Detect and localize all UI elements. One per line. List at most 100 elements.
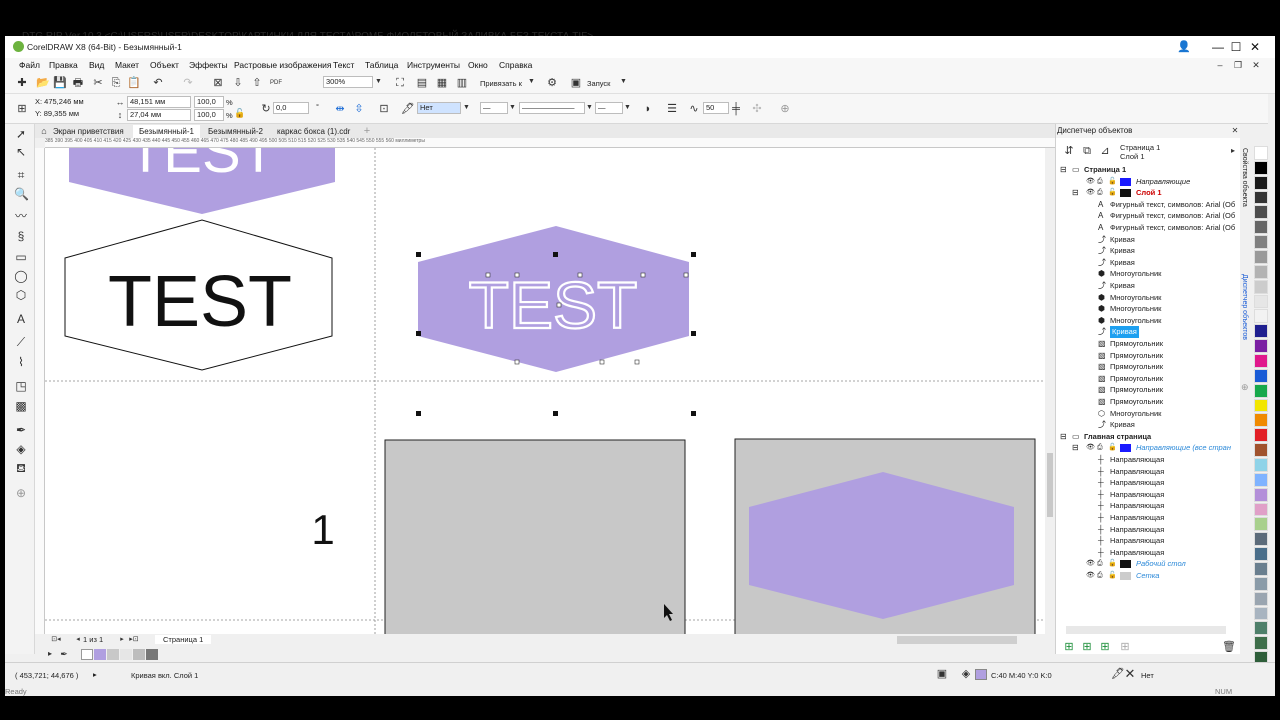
palette-swatch[interactable] [1254, 517, 1268, 532]
lock-icon[interactable]: 🔓 [1108, 187, 1117, 199]
lock-icon[interactable]: 🔓 [1108, 442, 1117, 454]
menu-item-2[interactable]: Вид [89, 60, 104, 70]
zoom-tool-icon[interactable]: 🔍 [14, 187, 29, 201]
palette-swatch[interactable] [1254, 443, 1268, 457]
expand-toggle-icon[interactable]: ⊟ [1072, 442, 1079, 454]
tray-swatch-darkgrey[interactable] [146, 649, 158, 660]
menu-item-4[interactable]: Объект [150, 60, 179, 70]
import-icon[interactable]: ⇩ [231, 76, 245, 90]
new-document-icon[interactable]: ✚ [15, 76, 29, 90]
horizontal-scroll-thumb[interactable] [897, 636, 1017, 644]
end-arrow-dropdown-icon[interactable]: ▼ [623, 102, 632, 114]
print-icon[interactable]: ⎙ [1097, 187, 1103, 199]
palette-swatch[interactable] [1254, 606, 1268, 621]
smoothing-plus-icon[interactable]: ╪ [729, 102, 743, 116]
tray-swatch-silver[interactable] [133, 649, 145, 660]
eyedropper-tool-icon[interactable]: ✒ [14, 423, 28, 437]
print-icon[interactable]: ⎙ [1097, 442, 1103, 454]
canvas-vertical-scrollbar[interactable] [1045, 148, 1055, 634]
palette-swatch[interactable] [1254, 264, 1268, 279]
tree-row[interactable]: ⬡ Многоугольник [1056, 408, 1236, 420]
snap-to-label[interactable]: Привязать к [480, 79, 522, 88]
last-page-icon[interactable]: ▸⊡ [127, 633, 141, 647]
document-minimize-button[interactable]: – [1213, 58, 1227, 72]
show-guides-icon[interactable]: ▥ [455, 76, 469, 90]
tab-welcome-screen[interactable]: Экран приветствия [47, 125, 130, 138]
color-proof-icon[interactable]: ▣ [935, 667, 949, 681]
lock-ratio-icon[interactable]: 🔓 [233, 106, 247, 120]
drop-shadow-icon[interactable]: ◳ [14, 379, 28, 393]
zoom-level-select[interactable]: 300% [323, 76, 373, 88]
minimize-button[interactable]: — [1209, 39, 1227, 55]
eye-icon[interactable]: 👁 [1086, 442, 1095, 454]
launch-app-icon[interactable]: ▣ [569, 76, 583, 90]
palette-swatch[interactable] [1254, 175, 1268, 190]
publish-pdf-icon[interactable]: PDF [269, 76, 283, 90]
smart-fill-icon[interactable]: ⛾ [14, 461, 28, 475]
add-tool-icon[interactable]: ⊕ [778, 102, 792, 116]
tree-row[interactable]: ⤴ Кривая [1056, 245, 1236, 257]
palette-swatch[interactable] [1254, 413, 1268, 428]
menu-item-3[interactable]: Макет [115, 60, 139, 70]
connector-tool-icon[interactable]: ⌇ [14, 355, 28, 369]
outline-pen-icon[interactable]: 🖋 [401, 102, 415, 116]
palette-swatch[interactable] [1254, 354, 1268, 368]
palette-swatch[interactable] [1254, 324, 1268, 339]
tree-row[interactable]: A Фигурный текст, символов: Arial (Об [1056, 210, 1236, 222]
start-arrow-select[interactable]: — [480, 102, 508, 114]
y-position-field[interactable]: Y: 89,355 мм [35, 109, 79, 118]
tab-untitled-1[interactable]: Безымянный-1 [133, 125, 200, 138]
palette-swatch[interactable] [1254, 235, 1268, 249]
tree-row[interactable]: ⤴ Кривая [1056, 257, 1236, 269]
redo-icon[interactable]: ↷ [181, 76, 195, 90]
end-arrow-select[interactable]: — [595, 102, 623, 114]
tree-row[interactable]: ┼ Направляющая [1056, 547, 1236, 559]
launch-label[interactable]: Запуск [587, 79, 610, 88]
lock-icon[interactable]: 🔓 [1108, 570, 1117, 582]
snap-dropdown-icon[interactable]: ▼ [527, 76, 536, 88]
tree-row[interactable]: ⊟ ▭ Страница 1 [1056, 164, 1236, 176]
tab-object-manager[interactable]: Диспетчер объектов [1241, 274, 1248, 340]
polygon-tool-icon[interactable]: ⬡ [14, 288, 28, 302]
cut-icon[interactable]: ✂ [91, 76, 105, 90]
palette-swatch[interactable] [1254, 547, 1268, 561]
tree-row[interactable]: ▧ Прямоугольник [1056, 361, 1236, 373]
palette-swatch[interactable] [1254, 368, 1268, 383]
tree-row[interactable]: ⤴ Кривая [1056, 280, 1236, 292]
drawing-canvas[interactable]: TEST TEST TEST 1 [45, 148, 1045, 634]
undo-icon[interactable]: ↶ [151, 76, 165, 90]
tree-row[interactable]: ⤴ Кривая [1056, 419, 1236, 431]
tray-expand-icon[interactable]: ▸ [43, 647, 57, 661]
palette-swatch[interactable] [1254, 621, 1268, 636]
tree-row[interactable]: A Фигурный текст, символов: Arial (Об [1056, 222, 1236, 234]
line-style-select[interactable]: ——————— [519, 102, 585, 114]
parallel-dimension-icon[interactable]: ⟋ [14, 335, 28, 349]
tree-row[interactable]: ⊟ 👁 ⎙ 🔓 Слой 1 [1056, 187, 1236, 199]
menu-item-9[interactable]: Инструменты [407, 60, 460, 70]
options-gear-icon[interactable]: ⚙ [545, 76, 559, 90]
new-master-layer-icon[interactable]: ⊞ [1080, 640, 1094, 654]
delete-icon[interactable]: 🗑 [1222, 640, 1236, 654]
menu-item-7[interactable]: Текст [333, 60, 354, 70]
tree-row[interactable]: ⬢ Многоугольник [1056, 315, 1236, 327]
tray-eyedropper-icon[interactable]: ✒ [57, 647, 71, 661]
docker-expand-icon[interactable]: ▸ [1226, 144, 1240, 158]
tree-row[interactable]: ┼ Направляющая [1056, 489, 1236, 501]
tree-row[interactable]: ▧ Прямоугольник [1056, 373, 1236, 385]
palette-swatch[interactable] [1254, 458, 1268, 472]
rectangle-tool-icon[interactable]: ▭ [14, 250, 28, 264]
rotation-angle-field[interactable]: 0,0 [273, 102, 309, 114]
status-expand-icon[interactable]: ▸ [93, 670, 97, 679]
crop-tool-icon[interactable]: ⌗ [14, 168, 28, 182]
palette-swatch[interactable] [1254, 472, 1268, 487]
palette-swatch[interactable] [1254, 532, 1268, 547]
save-icon[interactable]: 💾 [53, 76, 67, 90]
fill-bucket-icon[interactable]: ◈ [959, 667, 973, 681]
tree-row[interactable]: ⬢ Многоугольник [1056, 292, 1236, 304]
x-position-field[interactable]: X: 475,246 мм [35, 97, 84, 106]
tray-swatch-lightgrey[interactable] [120, 649, 132, 660]
palette-swatch[interactable] [1254, 576, 1268, 591]
open-icon[interactable]: 📂 [36, 76, 50, 90]
menu-item-8[interactable]: Таблица [365, 60, 398, 70]
tree-row[interactable]: ┼ Направляющая [1056, 477, 1236, 489]
